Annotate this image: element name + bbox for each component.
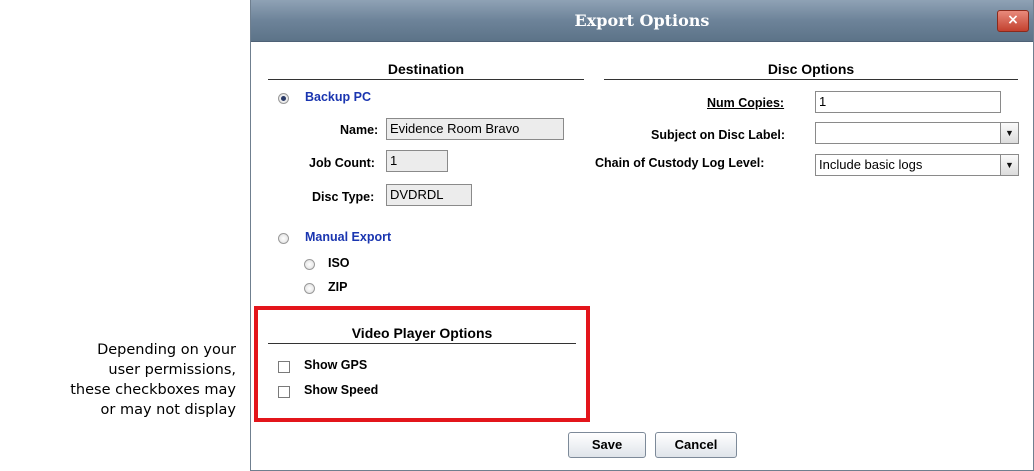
save-button[interactable]: Save — [568, 432, 646, 458]
num-copies-input[interactable]: 1 — [815, 91, 1001, 113]
dialog-title: Export Options — [574, 11, 710, 30]
callout-annotation: Depending on your user permissions, thes… — [0, 340, 236, 420]
num-copies-label: Num Copies: — [707, 96, 785, 110]
iso-radio[interactable] — [304, 259, 315, 270]
destination-heading: Destination — [268, 61, 584, 80]
callout-line-2: user permissions, — [108, 362, 236, 378]
manual-export-label[interactable]: Manual Export — [305, 230, 391, 244]
backup-pc-label[interactable]: Backup PC — [305, 90, 371, 104]
disc-type-field[interactable]: DVDRDL — [386, 184, 472, 206]
iso-label: ISO — [328, 256, 350, 270]
job-count-field[interactable]: 1 — [386, 150, 448, 172]
disc-type-label: Disc Type: — [312, 190, 375, 204]
disc-options-heading: Disc Options — [604, 61, 1018, 80]
custody-select[interactable]: Include basic logs ▼ — [815, 154, 1019, 176]
custody-value: Include basic logs — [819, 157, 923, 172]
highlight-box — [254, 306, 590, 422]
callout-line-1: Depending on your — [97, 342, 236, 358]
manual-export-radio[interactable] — [278, 233, 289, 244]
chevron-down-icon[interactable]: ▼ — [1000, 123, 1018, 143]
job-count-label: Job Count: — [309, 156, 375, 170]
name-field[interactable]: Evidence Room Bravo — [386, 118, 564, 140]
zip-radio[interactable] — [304, 283, 315, 294]
dialog-titlebar: Export Options × — [251, 0, 1033, 42]
cancel-button[interactable]: Cancel — [655, 432, 737, 458]
subject-select[interactable]: ▼ — [815, 122, 1019, 144]
close-button[interactable]: × — [997, 10, 1029, 32]
close-icon: × — [1007, 12, 1019, 28]
subject-label: Subject on Disc Label: — [651, 128, 786, 142]
name-label: Name: — [340, 123, 379, 137]
custody-label: Chain of Custody Log Level: — [595, 156, 765, 170]
callout-line-4: or may not display — [100, 402, 236, 418]
callout-line-3: these checkboxes may — [70, 382, 236, 398]
zip-label: ZIP — [328, 280, 348, 294]
backup-pc-radio[interactable] — [278, 93, 289, 104]
chevron-down-icon[interactable]: ▼ — [1000, 155, 1018, 175]
